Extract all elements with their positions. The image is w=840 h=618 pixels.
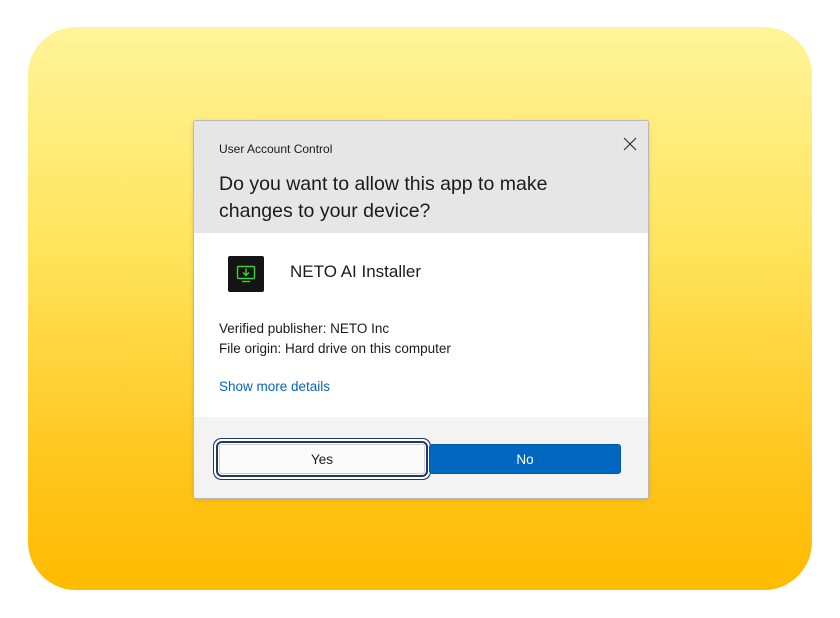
yes-button[interactable]: Yes [216, 441, 428, 477]
monitor-download-icon [236, 265, 256, 283]
dialog-caption: User Account Control [219, 142, 333, 156]
publisher-text: Verified publisher: NETO Inc [219, 321, 390, 336]
no-button[interactable]: No [429, 444, 621, 474]
close-button[interactable] [614, 129, 646, 159]
dialog-footer: Yes No [194, 417, 648, 498]
show-more-details-link[interactable]: Show more details [219, 379, 330, 394]
dialog-header: User Account Control Do you want to allo… [194, 121, 648, 233]
app-name: NETO AI Installer [290, 262, 422, 281]
file-origin-text: File origin: Hard drive on this computer [219, 341, 451, 356]
app-icon [228, 256, 264, 292]
uac-dialog: User Account Control Do you want to allo… [193, 120, 649, 499]
close-icon [623, 137, 637, 151]
dialog-question: Do you want to allow this app to make ch… [219, 173, 548, 222]
